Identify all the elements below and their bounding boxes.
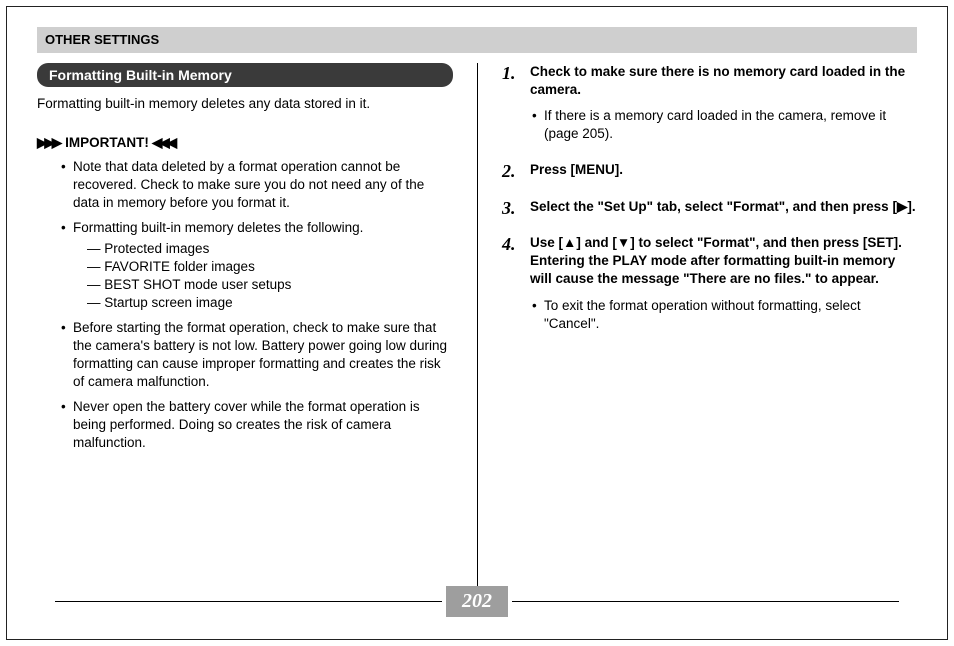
list-item-text: If there is a memory card loaded in the …: [544, 108, 886, 141]
right-column: 1. Check to make sure there is no memory…: [477, 63, 917, 593]
step-item: 2. Press [MENU].: [502, 161, 917, 179]
arrow-right-icon: ▶▶▶: [37, 134, 59, 152]
important-callout: ▶▶▶ IMPORTANT! ▶▶▶: [37, 134, 453, 152]
list-item: To exit the format operation without for…: [544, 297, 917, 333]
chapter-title: OTHER SETTINGS: [45, 32, 159, 47]
step-sublist: If there is a memory card loaded in the …: [530, 107, 917, 143]
step-number: 4.: [502, 232, 516, 256]
important-list: Note that data deleted by a format opera…: [37, 158, 453, 452]
list-item: Never open the battery cover while the f…: [73, 398, 453, 453]
list-item-text: BEST SHOT mode user setups: [104, 277, 291, 292]
procedure-steps: 1. Check to make sure there is no memory…: [502, 63, 917, 333]
page-footer: 202: [7, 586, 947, 617]
list-item-text: Protected images: [104, 241, 209, 256]
left-column: Formatting Built-in Memory Formatting bu…: [37, 63, 477, 593]
list-item-text: To exit the format operation without for…: [544, 298, 861, 331]
step-item: 3. Select the "Set Up" tab, select "Form…: [502, 198, 917, 216]
step-body: Press [MENU].: [530, 161, 917, 179]
section-heading: Formatting Built-in Memory: [37, 63, 453, 88]
step-body: Check to make sure there is no memory ca…: [530, 63, 917, 99]
step-item: 1. Check to make sure there is no memory…: [502, 63, 917, 144]
step-item: 4. Use [▲] and [▼] to select "Format", a…: [502, 234, 917, 333]
list-item-text: Never open the battery cover while the f…: [73, 399, 420, 450]
document-page: OTHER SETTINGS Formatting Built-in Memor…: [6, 6, 948, 640]
section-intro: Formatting built-in memory deletes any d…: [37, 95, 453, 113]
content-columns: Formatting Built-in Memory Formatting bu…: [37, 63, 917, 593]
step-body: Use [▲] and [▼] to select "Format", and …: [530, 234, 917, 289]
list-item: FAVORITE folder images: [87, 258, 453, 276]
chapter-header: OTHER SETTINGS: [37, 27, 917, 53]
list-item-text: Formatting built-in memory deletes the f…: [73, 220, 363, 235]
list-item-text: FAVORITE folder images: [104, 259, 255, 274]
important-label: IMPORTANT!: [65, 134, 149, 152]
footer-rule: [55, 601, 442, 602]
list-item: Formatting built-in memory deletes the f…: [73, 219, 453, 313]
step-sublist: To exit the format operation without for…: [530, 297, 917, 333]
page-number: 202: [446, 586, 508, 617]
list-item: Protected images: [87, 240, 453, 258]
list-item: If there is a memory card loaded in the …: [544, 107, 917, 143]
list-item: Before starting the format operation, ch…: [73, 319, 453, 392]
list-item: Note that data deleted by a format opera…: [73, 158, 453, 213]
list-item: Startup screen image: [87, 294, 453, 312]
arrow-left-icon: ▶▶▶: [155, 134, 177, 152]
step-number: 2.: [502, 159, 516, 183]
list-item-text: Startup screen image: [104, 295, 232, 310]
step-body: Select the "Set Up" tab, select "Format"…: [530, 198, 917, 216]
list-item-text: Note that data deleted by a format opera…: [73, 159, 424, 210]
footer-rule: [512, 601, 899, 602]
step-number: 1.: [502, 61, 516, 85]
deletes-list: Protected images FAVORITE folder images …: [73, 240, 453, 313]
section-heading-text: Formatting Built-in Memory: [49, 67, 232, 83]
list-item-text: Before starting the format operation, ch…: [73, 320, 447, 390]
step-number: 3.: [502, 196, 516, 220]
list-item: BEST SHOT mode user setups: [87, 276, 453, 294]
